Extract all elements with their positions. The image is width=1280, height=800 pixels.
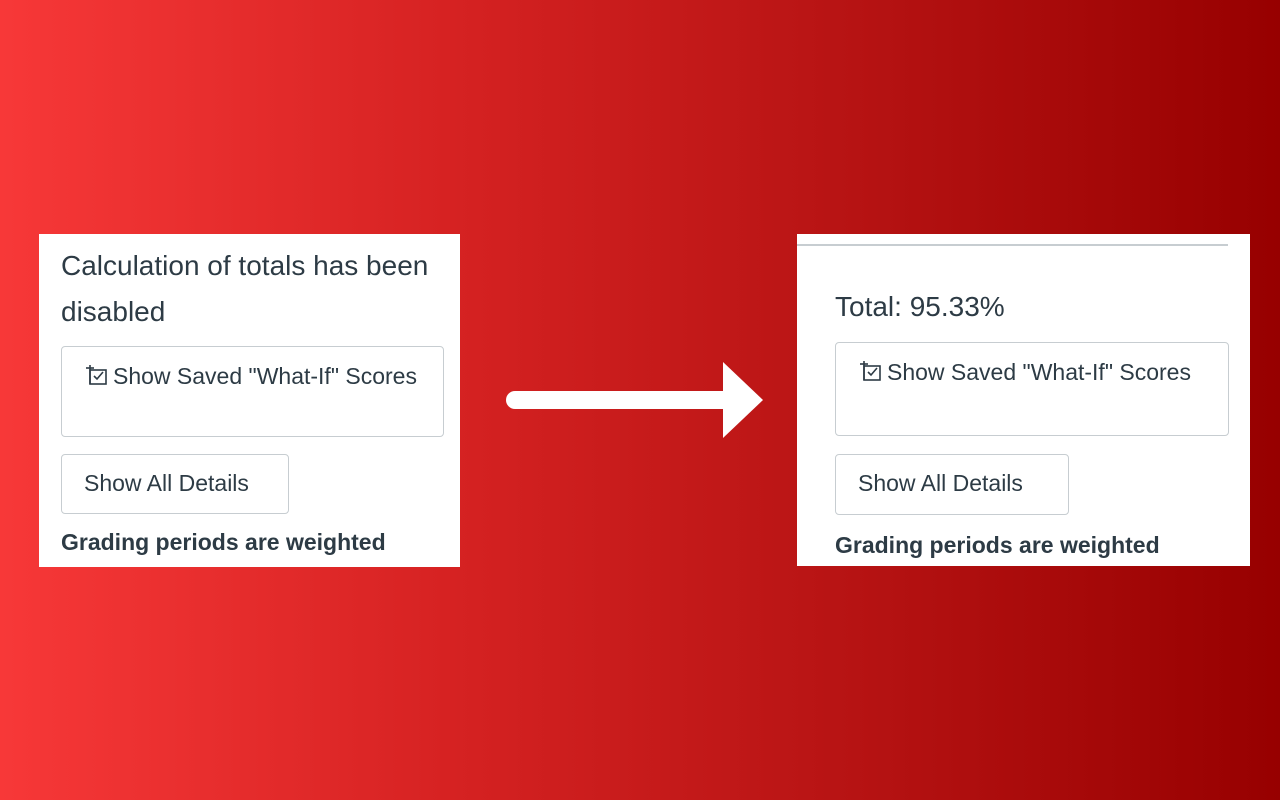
totals-disabled-message: Calculation of totals has been disabled [61,250,429,327]
show-all-details-button[interactable]: Show All Details [835,454,1069,515]
what-if-scores-icon [859,358,883,390]
show-what-if-scores-label: Show Saved "What-If" Scores [113,363,417,389]
panel-divider [797,244,1228,246]
total-grade-text: Total: 95.33% [835,291,1005,322]
what-if-scores-icon [85,362,109,394]
grading-periods-weighted-note: Grading periods are weighted [835,532,1160,558]
right-arrow-icon [506,362,763,438]
before-grades-panel: Calculation of totals has been disabled … [39,234,460,567]
show-what-if-scores-button[interactable]: Show Saved "What-If" Scores [835,342,1229,436]
show-what-if-scores-button[interactable]: Show Saved "What-If" Scores [61,346,444,437]
show-all-details-button[interactable]: Show All Details [61,454,289,514]
after-grades-panel: Total: 95.33% Show Saved "What-If" Score… [797,234,1250,566]
show-what-if-scores-label: Show Saved "What-If" Scores [887,359,1191,385]
grading-periods-weighted-note: Grading periods are weighted [61,529,386,555]
